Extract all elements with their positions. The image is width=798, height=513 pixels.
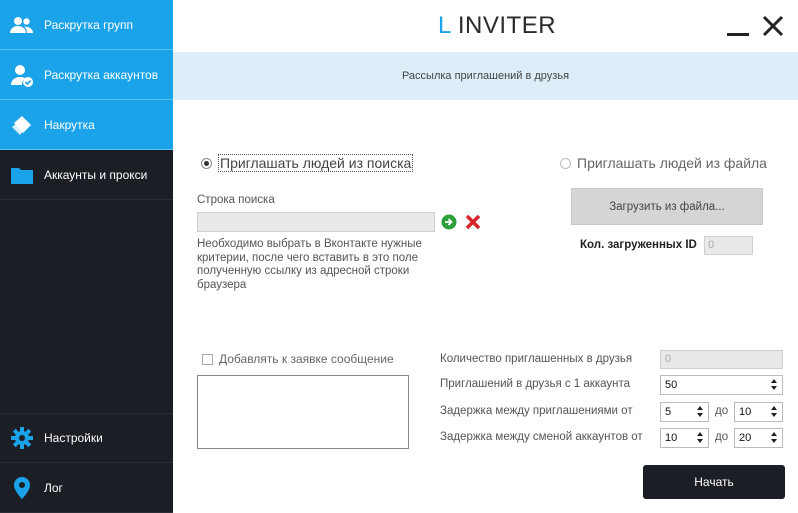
minimize-icon[interactable] [727, 33, 749, 36]
radio-dot [201, 157, 212, 169]
sidebar-item-label: Настройки [44, 431, 103, 445]
invites-per-account-label: Приглашений в друзья с 1 аккаунта [440, 378, 631, 390]
search-source-radio[interactable]: Приглашать людей из поиска [201, 154, 414, 172]
sidebar-item-label: Накрутка [44, 117, 95, 132]
stepper-arrows-icon[interactable] [697, 431, 704, 445]
stepper-value: 10 [665, 432, 678, 444]
tag-icon [10, 113, 34, 137]
to-label: до [715, 405, 729, 417]
sidebar-item-label: Раскрутка групп [44, 17, 133, 32]
account-switch-delay-label: Задержка между сменой аккаунтов от [440, 431, 643, 443]
sidebar-item-label: Аккаунты и прокси [44, 167, 148, 182]
invited-count-label: Количество приглашенных в друзья [440, 353, 633, 365]
gear-icon [10, 426, 34, 450]
search-input[interactable] [197, 212, 435, 232]
checkbox-box [202, 353, 213, 365]
stepper-arrows-icon[interactable] [771, 431, 778, 445]
title-bar: L INVITER [173, 0, 798, 52]
search-label: Строка поиска [197, 194, 275, 206]
account-delay-to-stepper[interactable]: 20 [734, 428, 783, 448]
user-check-icon [10, 63, 34, 87]
checkbox-label: Добавлять к заявке сообщение [219, 352, 394, 366]
confirm-arrow-icon[interactable] [441, 214, 457, 230]
file-source-radio[interactable]: Приглашать людей из файла [560, 155, 767, 171]
invited-count-field: 0 [660, 350, 783, 369]
invite-delay-to-stepper[interactable]: 10 [734, 402, 783, 422]
invites-per-account-stepper[interactable]: 50 [660, 375, 783, 395]
users-icon [10, 13, 34, 37]
invite-delay-label: Задержка между приглашениями от [440, 405, 633, 417]
stepper-arrows-icon[interactable] [771, 378, 778, 392]
sidebar-item-label: Лог [44, 480, 63, 495]
loaded-ids-label: Кол. загруженных ID [580, 239, 697, 251]
sidebar-item-settings[interactable]: Настройки [0, 413, 173, 463]
close-icon[interactable] [761, 14, 785, 38]
stepper-value: 20 [739, 432, 752, 444]
account-delay-from-stepper[interactable]: 10 [660, 428, 709, 448]
add-message-checkbox[interactable]: Добавлять к заявке сообщение [202, 352, 394, 366]
message-textarea[interactable] [197, 375, 409, 449]
load-from-file-button[interactable]: Загрузить из файла... [571, 188, 763, 225]
stepper-value: 10 [739, 406, 752, 418]
stepper-arrows-icon[interactable] [697, 405, 704, 419]
app-logo: L INVITER [438, 12, 557, 39]
sidebar-item-label: Раскрутка аккаунтов [44, 67, 159, 82]
clear-x-icon[interactable] [465, 214, 481, 230]
sidebar: Раскрутка групп Раскрутка аккаунтов Накр… [0, 0, 173, 513]
sidebar-item-group-promotion[interactable]: Раскрутка групп [0, 0, 173, 50]
sidebar-item-log[interactable]: Лог [0, 463, 173, 513]
search-hint: Необходимо выбрать в Вконтакте нужные кр… [197, 238, 422, 291]
invite-delay-from-stepper[interactable]: 5 [660, 402, 709, 422]
location-pin-icon [10, 476, 34, 500]
sidebar-item-boost[interactable]: Накрутка [0, 100, 173, 150]
to-label: до [715, 431, 729, 443]
sidebar-item-accounts-proxy[interactable]: Аккаунты и прокси [0, 150, 173, 200]
loaded-ids-field: 0 [704, 236, 753, 255]
section-header: Рассылка приглашений в друзья [173, 52, 798, 100]
sidebar-item-account-promotion[interactable]: Раскрутка аккаунтов [0, 50, 173, 100]
section-title: Рассылка приглашений в друзья [401, 70, 570, 82]
stepper-value: 50 [665, 379, 678, 391]
start-button[interactable]: Начать [643, 465, 785, 499]
radio-label: Приглашать людей из файла [577, 155, 767, 171]
radio-label: Приглашать людей из поиска [218, 154, 414, 172]
stepper-value: 5 [665, 406, 672, 418]
radio-dot [560, 157, 571, 169]
folder-icon [10, 163, 34, 187]
stepper-arrows-icon[interactable] [771, 405, 778, 419]
